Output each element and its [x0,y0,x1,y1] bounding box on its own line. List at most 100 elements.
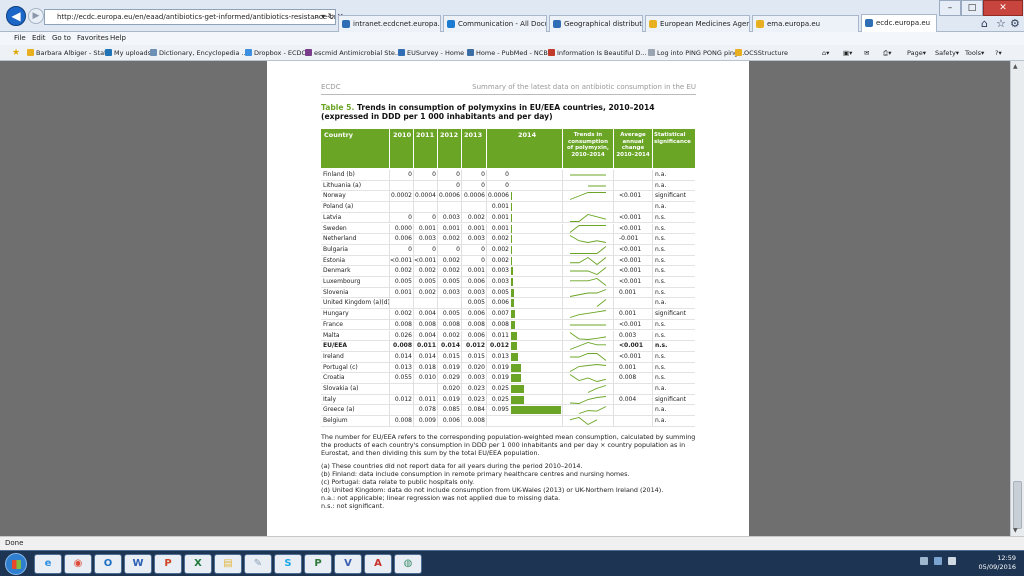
cell-year-value: 0.011 [417,342,436,350]
cell-year-value: 0.001 [491,203,509,211]
column-divider [461,298,462,310]
scrollbar-thumb[interactable] [1013,481,1022,529]
menu-file[interactable]: File [14,32,26,45]
cell-significance: n.s. [655,331,666,339]
safety-menu-label: Safety [935,49,956,57]
sparkline-line [570,213,607,222]
fav-item[interactable]: OCSStructure [735,45,788,61]
menu-edit[interactable]: Edit [32,32,46,45]
tools-menu[interactable]: Tools▾ [965,45,984,61]
vertical-scrollbar[interactable]: ▲ ▼ [1010,61,1024,536]
menu-help[interactable]: Help [110,32,126,45]
start-button[interactable] [5,553,27,575]
safety-menu[interactable]: Safety▾ [935,45,959,61]
cell-year-value: 0.015 [442,352,460,360]
forward-button[interactable]: ▶ [28,8,44,24]
trend-sparkline [596,299,607,308]
print-icon[interactable]: ⎙▾ [883,45,891,61]
cell-significance: n.s. [655,235,666,243]
taskbar-outlook-icon[interactable]: O [94,554,122,574]
home-icon[interactable]: ⌂ [981,17,988,30]
home-toolbar-icon[interactable]: ⌂▾ [822,45,829,61]
cell-year-value: 0.011 [418,395,436,403]
cell-year-value: 0.008 [467,320,485,328]
fav-label: escmid Antimicrobial Ste... [314,49,402,57]
system-clock[interactable]: 12:59 05/09/2016 [979,554,1016,574]
fav-item[interactable]: Barbara Albiger - Stats [27,45,110,61]
taskbar-word-icon[interactable]: W [124,554,152,574]
cell-year-value: 0.008 [393,342,412,350]
document-page: ECDC Summary of the latest data on antib… [267,61,749,536]
column-divider [613,341,614,352]
page-menu[interactable]: Page▾ [907,45,926,61]
fav-item[interactable]: Dictionary, Encyclopedia ... [150,45,248,61]
taskbar-explorer-icon[interactable]: ▤ [214,554,242,574]
scroll-down-icon[interactable]: ▼ [1013,527,1018,534]
browser-tab[interactable]: Geographical distribution of a... [549,15,643,32]
browser-tab[interactable]: Communication - All Docum... [443,15,547,32]
refresh-icon[interactable]: ↻ [328,12,335,21]
taskbar-acrobat-icon[interactable]: A [364,554,392,574]
taskbar-visio-icon[interactable]: V [334,554,362,574]
help-icon[interactable]: ?▾ [995,45,1002,61]
menu-goto[interactable]: Go to [52,32,71,45]
fav-item[interactable]: Log into PING PONG ping... [648,45,744,61]
favorites-star-icon[interactable]: ☆ [996,17,1006,30]
sparkline-line [596,299,607,308]
cell-year-value: 0.002 [491,235,509,243]
status-bar: Done [0,536,1024,550]
linkedin-icon [105,49,112,56]
fav-item[interactable]: escmid Antimicrobial Ste... [305,45,401,61]
menu-favorites[interactable]: Favorites [77,32,109,45]
search-icon[interactable]: ⌕ [314,12,318,21]
taskbar-powerpoint-icon[interactable]: P [154,554,182,574]
fav-item[interactable]: EUSurvey - Home [398,45,464,61]
taskbar-network-icon[interactable]: ◍ [394,554,422,574]
cell-significance: n.a. [655,203,667,211]
sparkline-line [569,395,607,404]
network-icon[interactable] [934,557,942,565]
browser-tab[interactable]: ema.europa.eu [752,15,859,32]
fav-item[interactable]: My uploads [105,45,151,61]
fav-item[interactable]: Dropbox - ECDC [245,45,306,61]
taskbar-ie-icon[interactable]: e [34,554,62,574]
maximize-button[interactable]: □ [961,0,983,16]
fav-item[interactable]: Information Is Beautiful D... [548,45,646,61]
address-bar[interactable]: http://ecdc.europa.eu/en/eaad/antibiotic… [44,9,336,25]
sparkline-line [570,352,607,361]
close-window-button[interactable]: ✕ [983,0,1023,16]
taskbar-project-icon[interactable]: P [304,554,332,574]
flag-icon[interactable] [920,557,928,565]
mail-icon[interactable]: ✉ [864,45,869,61]
scroll-up-icon[interactable]: ▲ [1013,63,1018,70]
note-a: (a) These countries did not report data … [321,462,583,470]
column-divider [486,384,487,395]
column-divider [437,287,438,299]
settings-gear-icon[interactable]: ⚙ [1010,17,1020,30]
tab-favicon-icon [447,20,455,28]
cell-significance: n.s. [655,213,666,221]
fav-item[interactable]: Home - PubMed - NCBI [467,45,550,61]
column-divider [413,351,414,363]
column-divider [437,212,438,224]
browser-tab[interactable]: European Medicines Agency ... [645,15,750,32]
tools-menu-label: Tools [965,49,982,57]
back-button[interactable]: ◀ [6,6,26,26]
browser-tab[interactable]: ecdc.europa.eu [861,14,937,32]
taskbar-notepad-icon[interactable]: ✎ [244,554,272,574]
dropdown-icon[interactable]: ▾ [321,12,325,21]
taskbar-skype-icon[interactable]: S [274,554,302,574]
volume-icon[interactable] [948,557,956,565]
cell-significance: n.s. [655,278,666,285]
cell-year-value: 0.012 [466,342,485,350]
page-menu-label: Page [907,49,923,57]
column-divider [389,277,390,288]
minimize-button[interactable]: – [939,0,961,16]
favorites-star-icon[interactable]: ★ [12,45,20,61]
taskbar-chrome-icon[interactable]: ◉ [64,554,92,574]
feeds-icon[interactable]: ▣▾ [843,45,852,61]
note-d: (d) United Kingdom: data do not include … [321,486,664,494]
browser-tab[interactable]: intranet.ecdcnet.europa.eu [338,15,441,32]
taskbar-excel-icon[interactable]: X [184,554,212,574]
cell-year-value: 0.001 [491,213,509,221]
